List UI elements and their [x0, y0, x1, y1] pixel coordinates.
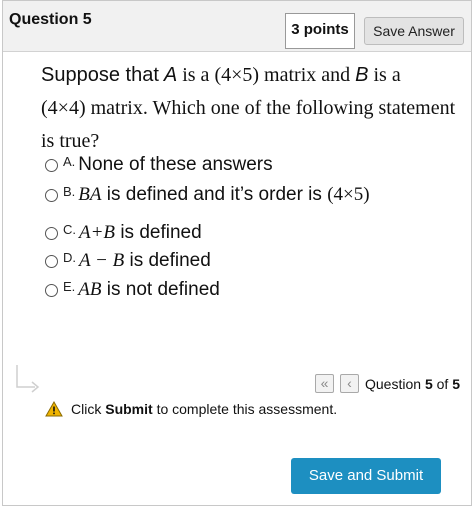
matrix-a-dimensions: (4×5): [214, 64, 260, 86]
option-text: is not defined: [106, 279, 220, 300]
return-arrow-icon: [16, 365, 40, 393]
current-question-number: 5: [424, 376, 433, 392]
option-letter: C.: [63, 221, 76, 237]
option-letter: E.: [63, 278, 76, 294]
question-text-part: matrix. Which one of the following state…: [41, 97, 456, 152]
option-letter: B.: [63, 183, 76, 199]
notice-text: to complete this assessment.: [156, 401, 338, 417]
previous-question-button[interactable]: ‹: [340, 374, 359, 393]
submit-notice: Click Submit to complete this assessment…: [45, 401, 337, 417]
answer-option-d[interactable]: D. A − B is defined: [45, 247, 211, 275]
option-letter: A.: [63, 153, 76, 169]
notice-emphasis: Submit: [105, 401, 153, 417]
answer-option-c[interactable]: C. A+B is defined: [45, 219, 202, 247]
option-math: BA: [78, 184, 102, 205]
answer-option-a[interactable]: A. None of these answers: [45, 151, 273, 179]
radio-button[interactable]: [45, 158, 58, 172]
option-dimensions: (4×5): [327, 184, 370, 205]
question-position: Question 5 of 5: [365, 376, 460, 392]
double-chevron-left-icon: «: [320, 375, 329, 391]
points-badge: 3 points: [285, 13, 355, 49]
answer-option-b[interactable]: B. BA is defined and it’s order is (4×5): [45, 181, 370, 209]
chevron-left-icon: ‹: [347, 375, 352, 391]
matrix-a-symbol: A: [163, 64, 178, 86]
option-math: A − B: [79, 250, 125, 271]
radio-button[interactable]: [45, 226, 58, 240]
question-header: Question 5 3 points Save Answer: [3, 1, 471, 52]
save-and-submit-button[interactable]: Save and Submit: [291, 458, 441, 494]
option-text: None of these answers: [78, 154, 273, 175]
option-math: AB: [78, 279, 102, 300]
question-text-part: Suppose that: [41, 64, 159, 86]
answer-option-e[interactable]: E. AB is not defined: [45, 276, 220, 304]
option-text: is defined: [120, 222, 202, 243]
assessment-frame: Question 5 3 points Save Answer Suppose …: [2, 0, 472, 506]
radio-button[interactable]: [45, 188, 58, 202]
option-text: is defined: [129, 250, 211, 271]
option-letter: D.: [63, 249, 76, 265]
question-text-part: matrix and: [264, 64, 351, 86]
question-text-part: is a: [182, 64, 210, 86]
first-question-button[interactable]: «: [315, 374, 334, 393]
question-text-part: is a: [373, 64, 401, 86]
total-question-count: 5: [452, 376, 460, 392]
notice-text: Click: [71, 401, 102, 417]
question-position-label: Question: [365, 376, 422, 392]
radio-button[interactable]: [45, 254, 58, 268]
option-text: is defined and it’s order is: [106, 184, 322, 205]
question-title: Question 5: [9, 11, 92, 28]
matrix-b-symbol: B: [355, 64, 369, 86]
question-text: Suppose that A is a (4×5) matrix and B i…: [41, 59, 461, 158]
option-math: A+B: [79, 222, 116, 243]
question-position-separator: of: [436, 376, 449, 392]
matrix-b-dimensions: (4×4): [41, 97, 86, 119]
radio-button[interactable]: [45, 283, 58, 297]
save-answer-button[interactable]: Save Answer: [364, 17, 464, 45]
warning-icon: [45, 401, 63, 417]
